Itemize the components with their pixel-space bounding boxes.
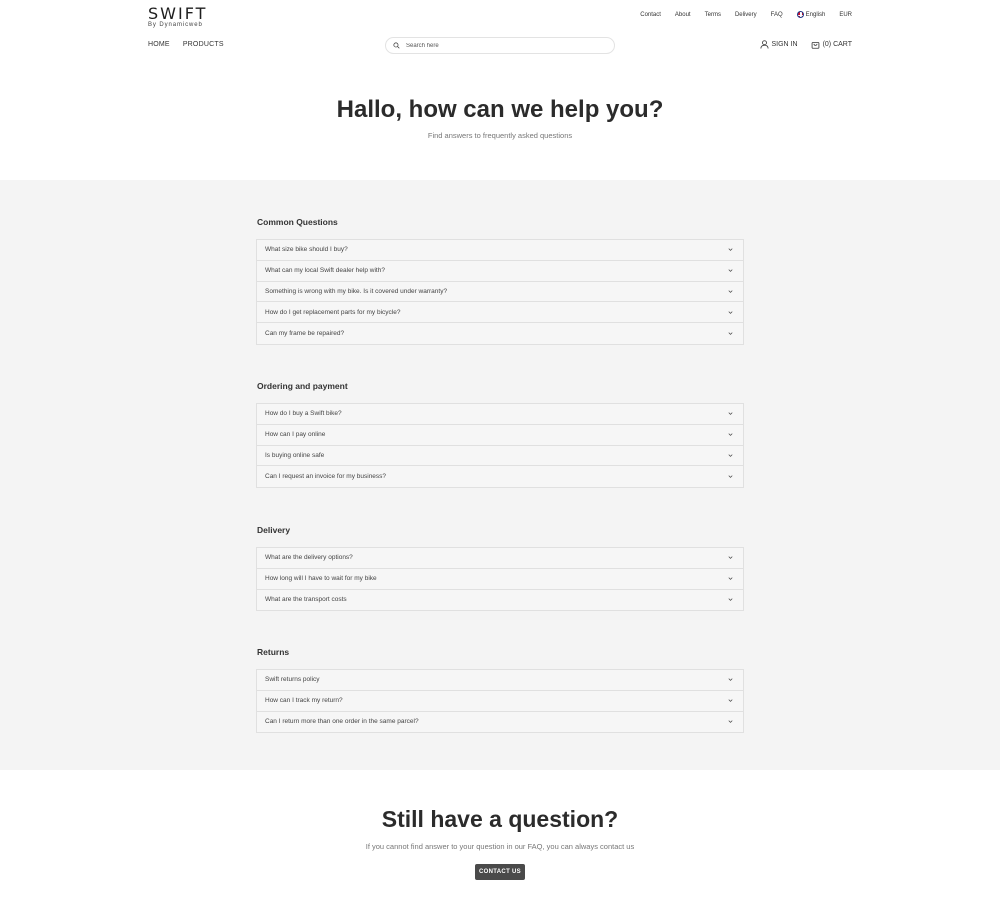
faq-question: How can I pay online bbox=[265, 431, 326, 439]
cart-label: (0) CART bbox=[822, 41, 852, 48]
faq-question: Can my frame be repaired? bbox=[265, 330, 345, 338]
accordion-delivery: What are the delivery options? How long … bbox=[256, 547, 744, 612]
nav-products[interactable]: PRODUCTS bbox=[183, 41, 224, 48]
accordion-returns: Swift returns policy How can I track my … bbox=[256, 669, 744, 734]
faq-item[interactable]: How do I get replacement parts for my bi… bbox=[257, 302, 743, 324]
accordion-ordering: How do I buy a Swift bike? How can I pay… bbox=[256, 403, 744, 489]
chevron-down-icon bbox=[728, 598, 733, 602]
faq-item[interactable]: Is buying online safe bbox=[257, 446, 743, 467]
faq-item[interactable]: How can I pay online bbox=[257, 425, 743, 446]
chevron-down-icon bbox=[728, 556, 733, 560]
section-title-returns: Returns bbox=[257, 647, 290, 657]
chevron-down-icon bbox=[728, 720, 733, 724]
cart-link[interactable]: (0) CART bbox=[811, 40, 852, 49]
nav-home[interactable]: HOME bbox=[148, 41, 170, 48]
faq-item[interactable]: How can I track my return? bbox=[257, 691, 743, 712]
faq-question: Can I request an invoice for my business… bbox=[265, 473, 387, 481]
logo-subtitle: By Dynamicweb bbox=[148, 22, 203, 28]
chevron-down-icon bbox=[728, 577, 733, 581]
contact-us-button[interactable]: CONTACT US bbox=[475, 864, 525, 880]
faq-item[interactable]: How do I buy a Swift bike? bbox=[257, 404, 743, 425]
top-link-contact[interactable]: Contact bbox=[640, 12, 661, 18]
faq-item[interactable]: What size bike should I buy? bbox=[257, 240, 743, 261]
chevron-down-icon bbox=[728, 475, 733, 479]
chevron-down-icon bbox=[728, 332, 733, 335]
top-link-about[interactable]: About bbox=[675, 12, 691, 18]
top-links: Contact About Terms Delivery FAQ English… bbox=[626, 11, 852, 18]
faq-question: How can I track my return? bbox=[265, 697, 343, 705]
cart-icon bbox=[811, 42, 819, 49]
faq-question: Something is wrong with my bike. Is it c… bbox=[265, 287, 448, 295]
user-nav: SIGN IN (0) CART bbox=[747, 40, 852, 49]
faq-item[interactable]: Can I request an invoice for my business… bbox=[257, 466, 743, 487]
faq-question: What are the transport costs bbox=[265, 596, 347, 604]
chevron-down-icon bbox=[728, 454, 733, 457]
cta-subtitle: If you cannot find answer to your questi… bbox=[365, 842, 635, 851]
faq-item[interactable]: What can my local Swift dealer help with… bbox=[257, 261, 743, 282]
search-icon bbox=[393, 42, 400, 49]
top-link-terms[interactable]: Terms bbox=[705, 12, 721, 18]
cta-title: Still have a question? bbox=[381, 806, 619, 832]
top-link-faq[interactable]: FAQ bbox=[771, 12, 783, 18]
chevron-down-icon bbox=[728, 311, 733, 314]
section-title-delivery: Delivery bbox=[257, 525, 291, 535]
faq-item[interactable]: Swift returns policy bbox=[257, 670, 743, 691]
chevron-down-icon bbox=[728, 248, 733, 252]
faq-item[interactable]: Something is wrong with my bike. Is it c… bbox=[257, 282, 743, 303]
section-title-common: Common Questions bbox=[257, 217, 338, 227]
top-link-delivery[interactable]: Delivery bbox=[735, 12, 757, 18]
sign-in-link[interactable]: SIGN IN bbox=[759, 40, 798, 49]
chevron-down-icon bbox=[728, 699, 733, 703]
currency-selector[interactable]: EUR bbox=[839, 12, 852, 18]
chevron-down-icon bbox=[728, 678, 733, 682]
main-nav: HOME PRODUCTS bbox=[148, 41, 237, 48]
chevron-down-icon bbox=[728, 433, 733, 437]
section-title-ordering: Ordering and payment bbox=[257, 381, 348, 391]
faq-question: What can my local Swift dealer help with… bbox=[265, 267, 385, 275]
language-label: English bbox=[805, 11, 826, 18]
chevron-down-icon bbox=[728, 412, 733, 416]
faq-item[interactable]: Can my frame be repaired? bbox=[257, 323, 743, 344]
page-title: Hallo, how can we help you? bbox=[336, 96, 664, 123]
sign-in-label: SIGN IN bbox=[771, 41, 798, 48]
faq-question: How do I get replacement parts for my bi… bbox=[265, 308, 401, 316]
accordion-common: What size bike should I buy? What can my… bbox=[256, 239, 744, 345]
faq-item[interactable]: How long will I have to wait for my bike bbox=[257, 569, 743, 590]
faq-question: How long will I have to wait for my bike bbox=[265, 575, 377, 583]
search-bar[interactable] bbox=[385, 37, 615, 54]
faq-question: What size bike should I buy? bbox=[265, 246, 348, 254]
search-input[interactable] bbox=[406, 42, 606, 49]
faq-question: How do I buy a Swift bike? bbox=[265, 410, 342, 418]
faq-question: Swift returns policy bbox=[265, 676, 320, 684]
logo[interactable]: SWIFT By Dynamicweb bbox=[148, 5, 207, 29]
page-subtitle: Find answers to frequently asked questio… bbox=[427, 131, 573, 140]
chevron-down-icon bbox=[728, 269, 733, 273]
faq-question: What are the delivery options? bbox=[265, 554, 353, 562]
user-icon bbox=[759, 40, 769, 49]
uk-flag-icon bbox=[796, 11, 804, 18]
faq-question: Is buying online safe bbox=[265, 451, 325, 459]
faq-question: Can I return more than one order in the … bbox=[265, 718, 419, 726]
chevron-down-icon bbox=[728, 290, 733, 293]
language-selector[interactable]: English bbox=[796, 11, 826, 18]
faq-item[interactable]: What are the transport costs bbox=[257, 590, 743, 611]
logo-text: SWIFT bbox=[148, 4, 208, 23]
faq-item[interactable]: Can I return more than one order in the … bbox=[257, 712, 743, 733]
faq-item[interactable]: What are the delivery options? bbox=[257, 548, 743, 569]
